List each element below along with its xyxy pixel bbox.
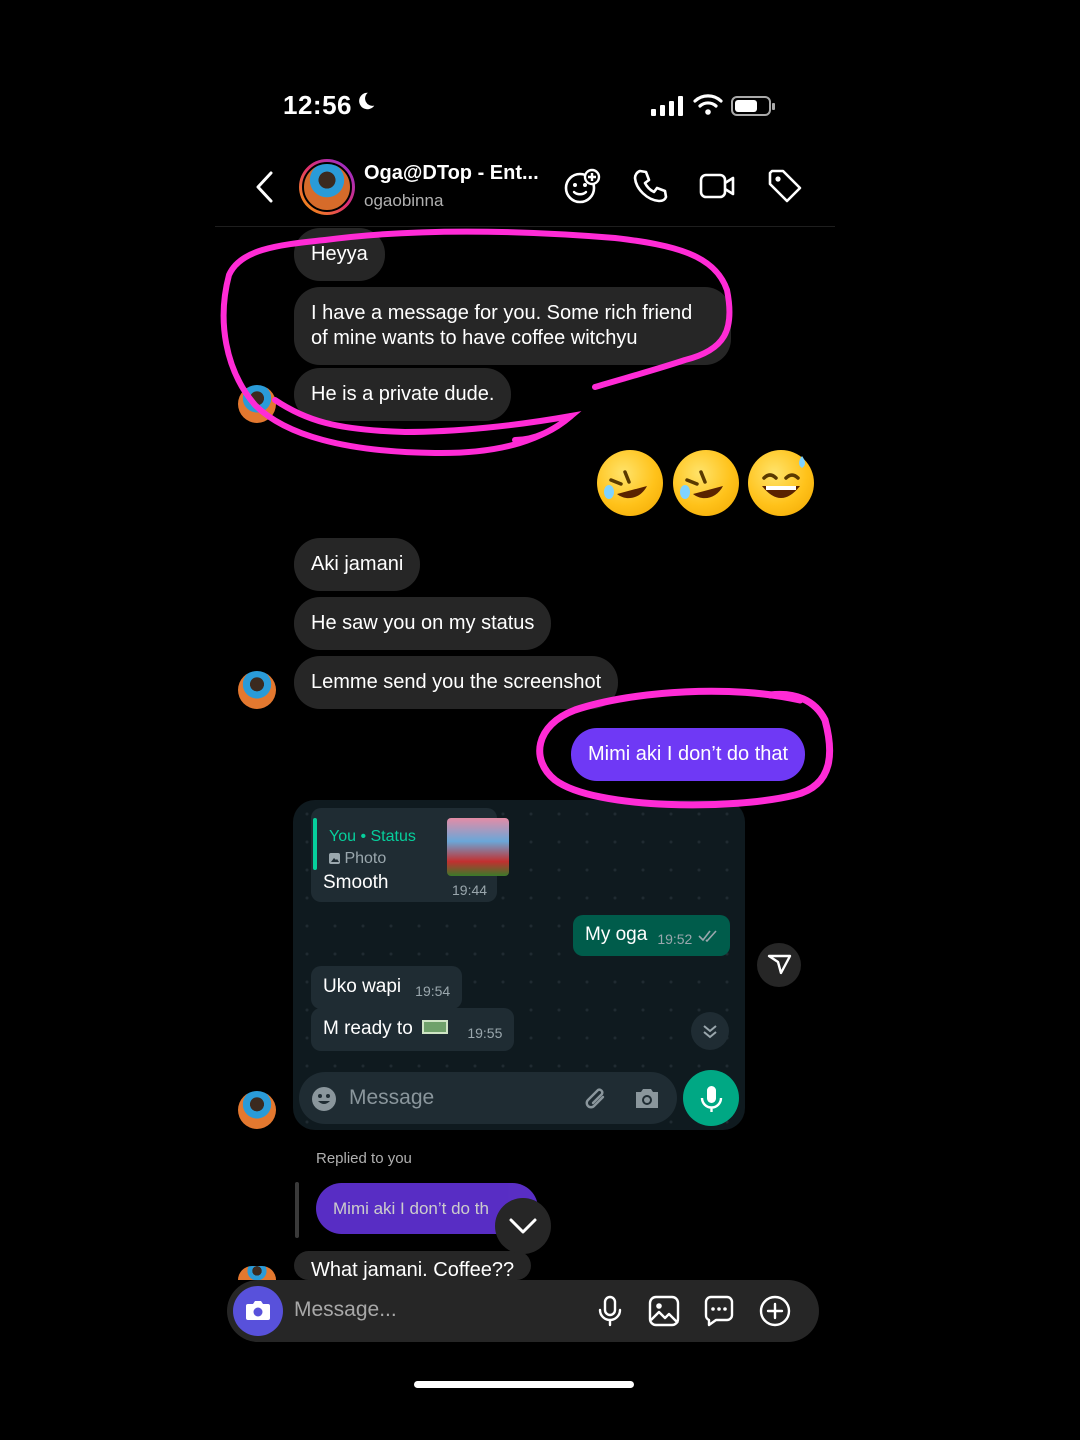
sender-avatar[interactable] bbox=[238, 671, 276, 709]
sender-avatar[interactable] bbox=[238, 385, 276, 423]
my-message-bubble[interactable]: Mimi aki I don’t do that bbox=[571, 728, 806, 781]
sticker-add-icon[interactable] bbox=[563, 167, 601, 205]
attach-icon bbox=[585, 1088, 605, 1109]
rofl-emoji bbox=[597, 450, 663, 516]
replied-label: Replied to you bbox=[316, 1150, 412, 1167]
tag-icon[interactable] bbox=[766, 167, 804, 205]
status-time: 12:56 bbox=[283, 90, 352, 120]
reply-title: You • Status bbox=[329, 828, 416, 845]
chevron-down-icon bbox=[509, 1218, 537, 1234]
reply-subtitle: Photo bbox=[329, 850, 386, 868]
message-bubble[interactable]: Lemme send you the screenshot bbox=[294, 656, 619, 709]
wa-message-input: Message bbox=[299, 1072, 677, 1124]
wa-message-text: Smooth bbox=[323, 872, 389, 893]
sender-avatar[interactable] bbox=[238, 1091, 276, 1129]
mic-icon[interactable] bbox=[593, 1294, 627, 1328]
message-bubble[interactable]: I have a message for you. Some rich frie… bbox=[294, 287, 731, 365]
back-icon[interactable] bbox=[253, 170, 277, 204]
wa-incoming-message: M ready to 19:55 bbox=[311, 1008, 515, 1051]
wa-incoming-message: Uko wapi 19:54 bbox=[311, 966, 463, 1009]
chat-header: Oga@DTop - Ent... ogaobinna bbox=[215, 155, 835, 227]
wa-time: 19:44 bbox=[452, 882, 488, 898]
shared-screenshot[interactable]: You • Status Photo Smooth 19:44 My oga 19… bbox=[293, 800, 745, 1130]
message-bubble[interactable]: He is a private dude. bbox=[294, 368, 512, 421]
chevron-down-icon bbox=[691, 1012, 729, 1050]
avatar[interactable] bbox=[299, 159, 355, 215]
home-indicator bbox=[414, 1381, 634, 1388]
send-icon[interactable] bbox=[757, 943, 801, 987]
message-bubble[interactable]: Heyya bbox=[294, 228, 385, 281]
message-composer: Message... bbox=[227, 1280, 819, 1342]
wifi-icon bbox=[693, 94, 723, 115]
rofl-emoji bbox=[673, 450, 739, 516]
phone-icon[interactable] bbox=[631, 167, 669, 205]
signal-icon bbox=[651, 96, 683, 116]
contact-handle: ogaobinna bbox=[364, 191, 444, 210]
message-bubble[interactable]: What jamani. Coffee?? bbox=[294, 1251, 532, 1280]
message-bubble[interactable]: Aki jamani bbox=[294, 538, 421, 591]
camera-icon bbox=[246, 1301, 270, 1320]
message-bubble[interactable]: He saw you on my status bbox=[294, 597, 552, 650]
battery-icon bbox=[731, 96, 775, 116]
video-icon[interactable] bbox=[698, 167, 736, 205]
sender-avatar[interactable] bbox=[238, 1266, 276, 1280]
scroll-down-button[interactable] bbox=[495, 1198, 551, 1254]
camera-icon bbox=[636, 1089, 658, 1108]
double-check-icon bbox=[698, 930, 717, 943]
money-emoji bbox=[422, 1020, 449, 1034]
sweat-smile-emoji bbox=[748, 450, 814, 516]
photo-icon bbox=[329, 853, 340, 864]
camera-button[interactable] bbox=[233, 1286, 283, 1336]
message-input[interactable]: Message... bbox=[294, 1298, 397, 1322]
chat-icon[interactable] bbox=[702, 1294, 736, 1328]
contact-name[interactable]: Oga@DTop - Ent... bbox=[364, 162, 539, 185]
chat-screen: 12:56 Oga@DTop - Ent... ogaobinna Heyya … bbox=[215, 60, 835, 1400]
reply-quote-bar bbox=[295, 1182, 299, 1238]
moon-icon bbox=[359, 92, 375, 110]
plus-icon[interactable] bbox=[758, 1294, 792, 1328]
emoji-icon bbox=[312, 1087, 336, 1111]
mic-icon bbox=[683, 1070, 739, 1126]
status-thumbnail bbox=[447, 818, 509, 876]
image-icon[interactable] bbox=[647, 1294, 681, 1328]
wa-outgoing-message: My oga 19:52 bbox=[573, 915, 730, 956]
